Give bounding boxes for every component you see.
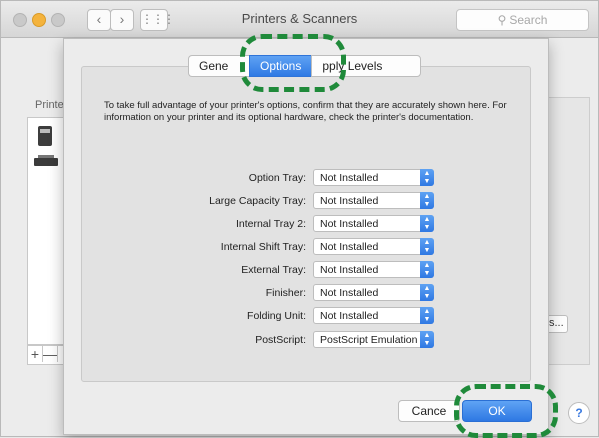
options-tab-highlight xyxy=(240,34,346,92)
option-row-internal-shift-tray: Internal Shift Tray: Not Installed ▲ ▼ xyxy=(82,238,530,258)
finisher-select[interactable]: Not Installed ▲ ▼ xyxy=(313,284,434,301)
option-label: Large Capacity Tray: xyxy=(209,195,306,207)
internal-shift-tray-select[interactable]: Not Installed ▲ ▼ xyxy=(313,238,434,255)
add-printer-button[interactable]: + xyxy=(28,346,43,362)
option-label: Internal Shift Tray: xyxy=(220,241,306,253)
select-stepper-icon: ▲ ▼ xyxy=(420,238,434,255)
select-stepper-icon: ▲ ▼ xyxy=(420,331,434,348)
internal-tray-2-select[interactable]: Not Installed ▲ ▼ xyxy=(313,215,434,232)
option-label: PostScript: xyxy=(255,334,306,346)
large-capacity-tray-select[interactable]: Not Installed ▲ ▼ xyxy=(313,192,434,209)
select-stepper-icon: ▲ ▼ xyxy=(420,307,434,324)
select-stepper-icon: ▲ ▼ xyxy=(420,215,434,232)
search-placeholder: Search xyxy=(509,13,548,27)
select-stepper-icon: ▲ ▼ xyxy=(420,192,434,209)
scanner-printer-icon[interactable] xyxy=(34,155,58,166)
title-bar: ‹ › ⋮⋮⋮ Printers & Scanners ⚲ Search xyxy=(1,1,598,38)
select-stepper-icon: ▲ ▼ xyxy=(420,261,434,278)
select-stepper-icon: ▲ ▼ xyxy=(420,284,434,301)
remove-printer-button[interactable]: — xyxy=(43,346,58,362)
option-row-folding-unit: Folding Unit: Not Installed ▲ ▼ xyxy=(82,307,530,327)
cancel-button[interactable]: Cance xyxy=(398,400,460,422)
option-label: Finisher: xyxy=(265,287,306,299)
option-label: Option Tray: xyxy=(248,172,306,184)
option-label: Folding Unit: xyxy=(247,310,306,322)
search-field[interactable]: ⚲ Search xyxy=(456,9,589,31)
options-content-box: To take full advantage of your printer's… xyxy=(81,66,531,382)
option-label: Internal Tray 2: xyxy=(235,218,306,230)
option-row-internal-tray-2: Internal Tray 2: Not Installed ▲ ▼ xyxy=(82,215,530,235)
option-row-external-tray: External Tray: Not Installed ▲ ▼ xyxy=(82,261,530,281)
option-row-option-tray: Option Tray: Not Installed ▲ ▼ xyxy=(82,169,530,189)
select-stepper-icon: ▲ ▼ xyxy=(420,169,434,186)
ok-button-highlight xyxy=(454,384,558,438)
printer-options-sheet: To take full advantage of your printer's… xyxy=(63,38,549,435)
printers-list-label: Printe xyxy=(35,99,64,111)
options-intro-text: To take full advantage of your printer's… xyxy=(104,100,507,123)
postscript-select[interactable]: PostScript Emulation ▲ ▼ xyxy=(313,331,434,348)
options-supplies-button[interactable]: s... xyxy=(549,315,568,333)
option-tray-select[interactable]: Not Installed ▲ ▼ xyxy=(313,169,434,186)
help-button[interactable]: ? xyxy=(568,402,590,424)
option-row-finisher: Finisher: Not Installed ▲ ▼ xyxy=(82,284,530,304)
option-row-large-capacity-tray: Large Capacity Tray: Not Installed ▲ ▼ xyxy=(82,192,530,212)
folding-unit-select[interactable]: Not Installed ▲ ▼ xyxy=(313,307,434,324)
printer-icon[interactable] xyxy=(38,126,52,146)
option-label: External Tray: xyxy=(241,264,306,276)
option-row-postscript: PostScript: PostScript Emulation ▲ ▼ xyxy=(82,331,530,351)
search-icon: ⚲ xyxy=(497,13,507,27)
external-tray-select[interactable]: Not Installed ▲ ▼ xyxy=(313,261,434,278)
